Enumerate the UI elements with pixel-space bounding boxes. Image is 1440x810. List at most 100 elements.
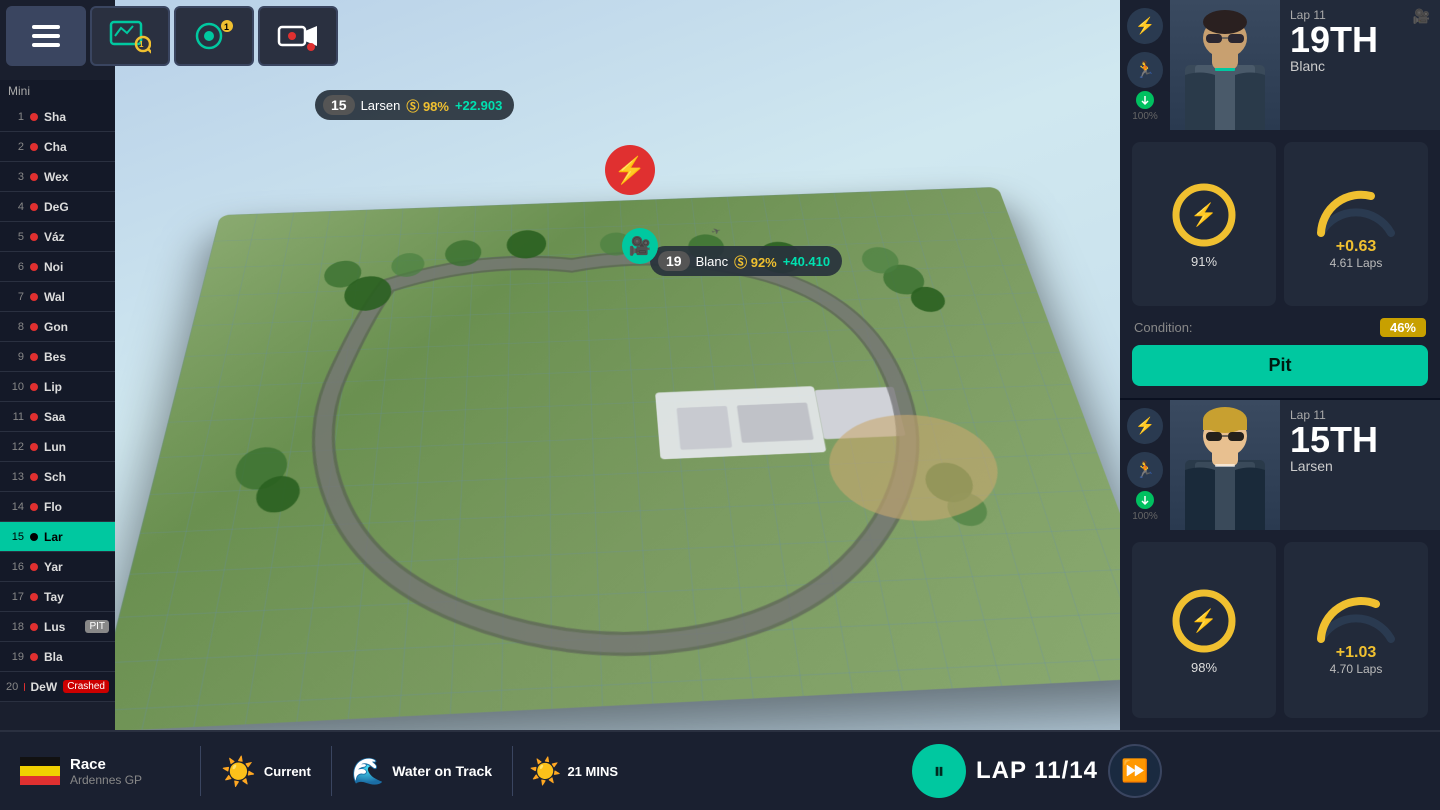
standings-row[interactable]: 12Lun xyxy=(0,432,115,462)
standings-name: Yar xyxy=(44,560,109,574)
svg-text:1: 1 xyxy=(139,40,144,49)
lightning-marker: ⚡ xyxy=(605,145,655,195)
standings-name: Lun xyxy=(44,440,109,454)
camera-button[interactable] xyxy=(258,6,338,66)
driver-num-blanc: 19 xyxy=(658,251,690,271)
standings-pos: 14 xyxy=(6,501,24,513)
delta-gauge-blanc: +0.63 4.61 Laps xyxy=(1284,142,1428,306)
time-text: 21 MINS xyxy=(567,764,618,779)
pause-button[interactable]: ⏸ xyxy=(912,744,966,798)
standings-dot xyxy=(30,293,38,301)
bottom-bar: Race Ardennes GP ☀️ Current 🌊 Water on T… xyxy=(0,730,1440,810)
driver-header-larsen: ⚡ 🏃 100% xyxy=(1120,400,1440,530)
standings-name: Váz xyxy=(44,230,109,244)
standings-badge: PIT xyxy=(85,620,109,633)
right-panel: ⚡ 🏃 100% xyxy=(1120,0,1440,810)
pit-button-blanc[interactable]: Pit xyxy=(1132,345,1428,386)
standings-dot xyxy=(30,593,38,601)
flag-section: Race Ardennes GP xyxy=(0,756,200,787)
standings-dot xyxy=(30,143,38,151)
battery-gauge-blanc: ⚡ 91% xyxy=(1132,142,1276,306)
race-sub: Ardennes GP xyxy=(70,773,142,787)
standings-pos: 15 xyxy=(6,531,24,543)
standings-dot xyxy=(30,503,38,511)
weather-label: Current xyxy=(264,764,311,779)
lightning-btn-larsen[interactable]: ⚡ xyxy=(1127,408,1163,444)
fast-forward-button[interactable]: ⏩ xyxy=(1108,744,1162,798)
gauges-blanc: ⚡ 91% +0.63 4.61 Laps xyxy=(1120,130,1440,318)
battery-pct-blanc: 91% xyxy=(1191,254,1217,269)
standings-row[interactable]: 2Cha xyxy=(0,132,115,162)
standings-row[interactable]: 18LusPIT xyxy=(0,612,115,642)
lightning-btn-blanc[interactable]: ⚡ xyxy=(1127,8,1163,44)
menu-button[interactable] xyxy=(6,6,86,66)
flag-red-stripe xyxy=(20,776,60,785)
time-value: 21 MINS xyxy=(567,764,618,779)
sun-icon: ☀️ xyxy=(529,756,561,787)
standings-dot xyxy=(30,113,38,121)
standings-pos: 3 xyxy=(6,171,24,183)
lap-display: LAP 11/14 xyxy=(976,757,1098,785)
standings-row[interactable]: 20DeWCrashed xyxy=(0,672,115,702)
map-area[interactable]: ✈ 15 Larsen Ⓢ 98% +22.903 ⚡ 🎥 19 Blanc Ⓢ… xyxy=(115,0,1120,730)
gauges-larsen: ⚡ 98% +1.03 4.70 Laps xyxy=(1120,530,1440,730)
standings-row[interactable]: 4DeG xyxy=(0,192,115,222)
standings-name: Lus xyxy=(44,620,79,634)
race-label: Race xyxy=(70,756,142,773)
driver-info-blanc: Lap 11 19TH Blanc 🎥 xyxy=(1280,0,1440,130)
standings-row[interactable]: 14 Flo xyxy=(0,492,115,522)
standings-row[interactable]: 7Wal xyxy=(0,282,115,312)
delta-gauge-larsen: +1.03 4.70 Laps xyxy=(1284,542,1428,718)
standings-row[interactable]: 9Bes xyxy=(0,342,115,372)
standings-dot xyxy=(30,353,38,361)
driver-pos-larsen: 15TH xyxy=(1290,422,1378,458)
standings-name: Wal xyxy=(44,290,109,304)
laps-larsen: 4.70 Laps xyxy=(1330,662,1383,676)
standings-dot xyxy=(30,623,38,631)
standings-name: Cha xyxy=(44,140,109,154)
run-btn-blanc[interactable]: 🏃 xyxy=(1127,52,1163,88)
driver-card-blanc: ⚡ 🏃 100% xyxy=(1120,0,1440,400)
standings-header: Mini xyxy=(0,80,115,102)
standings-name: Flo xyxy=(44,500,109,514)
cam-icon-blanc: 🎥 xyxy=(1413,8,1430,25)
standings-pos: 10 xyxy=(6,381,24,393)
standings-dot xyxy=(30,473,38,481)
standings-row[interactable]: 19Bla xyxy=(0,642,115,672)
strategy-button[interactable]: 1 xyxy=(174,6,254,66)
camera-marker[interactable]: 🎥 xyxy=(622,228,658,264)
standings-pos: 4 xyxy=(6,201,24,213)
standings-row[interactable]: 5Váz xyxy=(0,222,115,252)
standings-name: DeW xyxy=(31,680,58,694)
condition-value-blanc: 46% xyxy=(1380,318,1426,337)
analysis-button[interactable]: 1 xyxy=(90,6,170,66)
standings-pos: 11 xyxy=(6,411,24,423)
standings-name: Wex xyxy=(44,170,109,184)
standings-name: Noi xyxy=(44,260,109,274)
standings-name: Bla xyxy=(44,650,109,664)
run-btn-larsen[interactable]: 🏃 xyxy=(1127,452,1163,488)
side-controls-larsen: ⚡ 🏃 100% xyxy=(1120,400,1170,530)
water-section: 🌊 Water on Track xyxy=(332,756,512,787)
standings-row[interactable]: 16Yar xyxy=(0,552,115,582)
standings-row[interactable]: 15Lar xyxy=(0,522,115,552)
driver-name-larsen: Larsen xyxy=(1290,458,1378,474)
standings-row[interactable]: 17Tay xyxy=(0,582,115,612)
standings-dot xyxy=(30,563,38,571)
driver-pos-blanc: 19TH xyxy=(1290,22,1378,58)
camera-icon: 🎥 xyxy=(629,236,651,257)
standings-row[interactable]: 3 Wex xyxy=(0,162,115,192)
standings-row[interactable]: 10Lip xyxy=(0,372,115,402)
lightning-icon-larsen: ⚡ xyxy=(1135,416,1155,436)
weather-icon: ☀️ xyxy=(221,755,256,788)
standings-row[interactable]: 1Sha xyxy=(0,102,115,132)
standings-pos: 6 xyxy=(6,261,24,273)
standings-row[interactable]: 6 Noi xyxy=(0,252,115,282)
standings-name: Gon xyxy=(44,320,109,334)
soft-badge-blanc: Ⓢ 92% xyxy=(734,252,777,271)
water-label: Water on Track xyxy=(392,763,492,779)
standings-row[interactable]: 8Gon xyxy=(0,312,115,342)
standings-row[interactable]: 11Saa xyxy=(0,402,115,432)
flag-black-stripe xyxy=(20,757,60,766)
standings-row[interactable]: 13Sch xyxy=(0,462,115,492)
